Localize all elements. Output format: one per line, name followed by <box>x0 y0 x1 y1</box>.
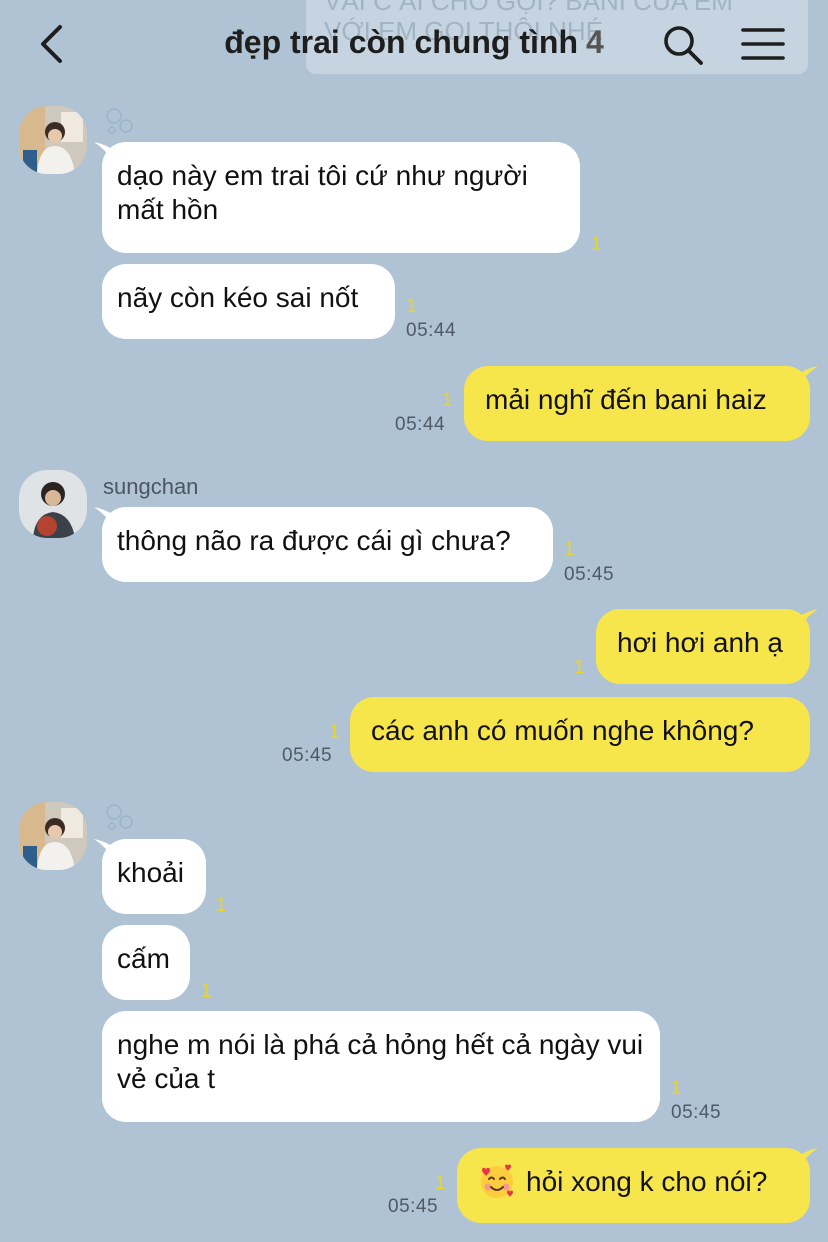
timestamp: 05:45 <box>282 745 333 766</box>
message-bubble[interactable]: khoải <box>102 839 206 914</box>
timestamp: 05:44 <box>406 320 457 341</box>
read-count: 1 <box>406 296 417 317</box>
profile-photo <box>19 802 87 870</box>
read-count: 1 <box>435 1173 446 1194</box>
read-count: 1 <box>574 657 585 678</box>
bubble-tail <box>798 609 818 629</box>
chat-header: VẢI C ẤI CHO GỌI? BANI CỦA EM VỚI EM GỌI… <box>0 0 828 86</box>
read-count: 1 <box>201 981 212 1002</box>
profile-photo <box>19 106 87 174</box>
menu-button[interactable] <box>740 26 786 62</box>
search-button[interactable] <box>662 24 704 66</box>
avatar[interactable] <box>19 470 87 538</box>
read-count: 1 <box>329 722 340 743</box>
message-bubble[interactable]: dạo này em trai tôi cứ như người mất hồn <box>102 142 580 253</box>
message-bubble[interactable]: mải nghĩ đến bani haiz <box>464 366 810 441</box>
read-count: 1 <box>564 539 575 560</box>
timestamp: 05:45 <box>388 1196 439 1217</box>
sender-name: sungchan <box>103 474 199 499</box>
message-bubble[interactable]: các anh có muốn nghe không? <box>350 697 810 772</box>
smiling-face-with-hearts-icon <box>481 1164 513 1198</box>
read-count: 1 <box>591 234 602 255</box>
message-bubble[interactable]: hơi hơi anh ạ <box>596 609 810 684</box>
read-count: 1 <box>216 895 227 916</box>
search-icon <box>664 26 703 65</box>
message-text: khoải <box>117 857 184 888</box>
timestamp: 05:45 <box>564 564 615 585</box>
read-count: 1 <box>671 1078 682 1099</box>
message-text: mải nghĩ đến bani haiz <box>485 384 767 415</box>
avatar[interactable] <box>19 106 87 174</box>
message-bubble[interactable]: cấm <box>102 925 190 1000</box>
message-text: nãy còn kéo sai nốt <box>117 282 359 313</box>
message-text: nghe m nói là phá cả hỏng hết cả ngày vu… <box>117 1029 644 1094</box>
hamburger-menu-icon <box>741 28 785 60</box>
notice-banner-line2: VỚI EM GỌI THÔI NHÉ <box>324 16 603 46</box>
message-bubble[interactable]: hỏi xong k cho nói? <box>457 1148 810 1223</box>
read-count: 1 <box>442 390 453 411</box>
back-button[interactable] <box>34 22 74 66</box>
bubble-tail <box>798 366 818 386</box>
bubbles-decoration-icon <box>104 802 136 832</box>
message-text: các anh có muốn nghe không? <box>371 715 754 746</box>
bubbles-decoration-icon <box>104 106 136 136</box>
message-text: dạo này em trai tôi cứ như người mất hồn <box>117 160 528 225</box>
chevron-left-icon <box>41 25 62 63</box>
message-bubble[interactable]: nghe m nói là phá cả hỏng hết cả ngày vu… <box>102 1011 660 1122</box>
notice-banner[interactable]: VẢI C ẤI CHO GỌI? BANI CỦA EM VỚI EM GỌI… <box>306 0 808 74</box>
timestamp: 05:44 <box>395 414 446 435</box>
bubble-tail <box>798 1148 818 1168</box>
message-text: hỏi xong k cho nói? <box>526 1166 768 1197</box>
message-bubble[interactable]: thông não ra được cái gì chưa? <box>102 507 553 582</box>
message-text: cấm <box>117 943 170 974</box>
notice-banner-line1: VẢI C ẤI CHO GỌI? BANI CỦA EM <box>324 0 733 16</box>
timestamp: 05:45 <box>671 1102 722 1123</box>
message-bubble[interactable]: nãy còn kéo sai nốt <box>102 264 395 339</box>
profile-photo <box>19 470 87 538</box>
message-text: thông não ra được cái gì chưa? <box>117 525 511 556</box>
message-text: hơi hơi anh ạ <box>617 627 783 658</box>
avatar[interactable] <box>19 802 87 870</box>
